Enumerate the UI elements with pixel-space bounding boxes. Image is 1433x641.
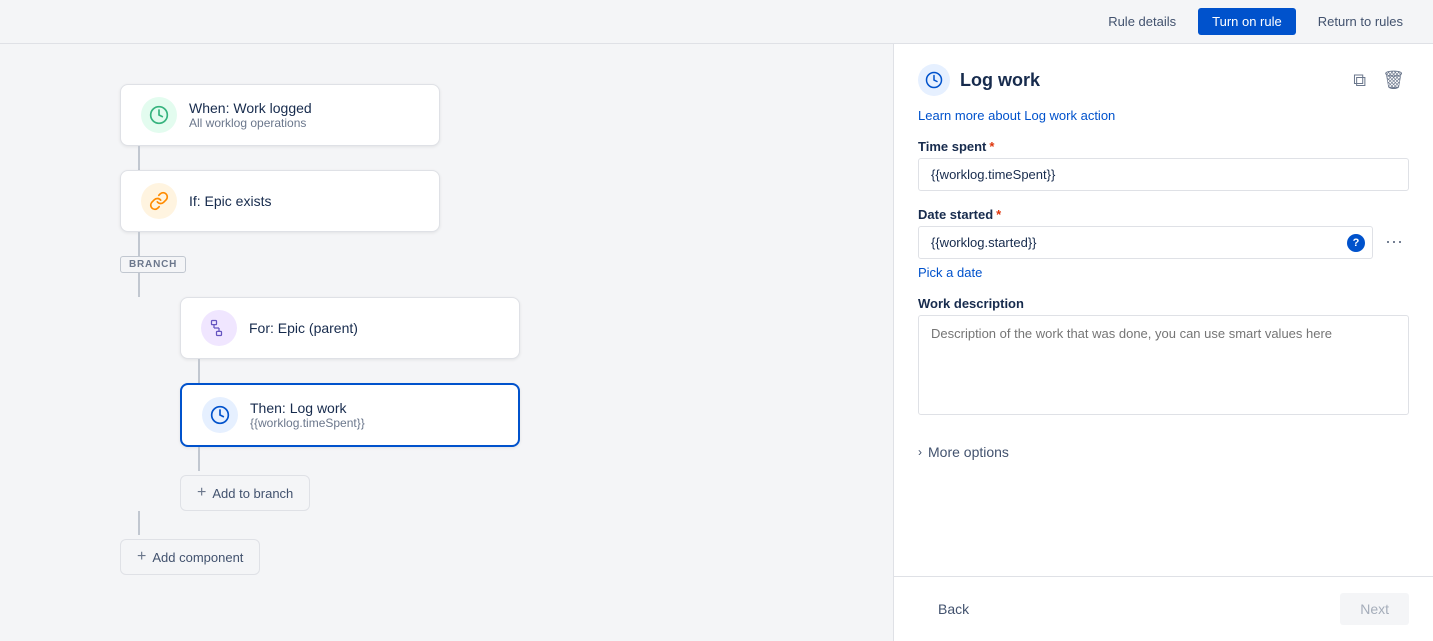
condition-node[interactable]: If: Epic exists [120, 170, 440, 232]
trigger-node[interactable]: When: Work logged All worklog operations [120, 84, 440, 146]
add-plus-icon: + [137, 548, 146, 566]
then-subtitle: {{worklog.timeSpent}} [250, 416, 365, 430]
add-component-button[interactable]: + Add component [120, 539, 260, 575]
panel-footer: Back Next [894, 576, 1433, 641]
clock-blue-icon [210, 405, 230, 425]
learn-more-link[interactable]: Learn more about Log work action [894, 108, 1433, 139]
condition-text: If: Epic exists [189, 193, 271, 209]
hierarchy-icon [209, 318, 229, 338]
flow-container: When: Work logged All worklog operations… [120, 84, 520, 575]
connector-2 [138, 232, 140, 256]
time-spent-input[interactable] [918, 158, 1409, 191]
for-text: For: Epic (parent) [249, 320, 358, 336]
then-title: Then: Log work [250, 400, 365, 416]
panel-clock-icon [925, 71, 943, 89]
for-node[interactable]: For: Epic (parent) [180, 297, 520, 359]
date-started-label: Date started * [918, 207, 1409, 222]
copy-button[interactable]: ⧉ [1349, 66, 1370, 95]
connector-5 [198, 447, 200, 471]
date-more-button[interactable]: ⋯ [1379, 228, 1409, 257]
work-description-field-group: Work description [918, 296, 1409, 420]
date-started-input[interactable] [918, 226, 1373, 259]
for-title: For: Epic (parent) [249, 320, 358, 336]
then-icon [202, 397, 238, 433]
chevron-right-icon: › [918, 445, 922, 459]
next-button: Next [1340, 593, 1409, 625]
date-started-required: * [996, 207, 1001, 222]
date-started-input-row: ? ⋯ [918, 226, 1409, 259]
canvas: When: Work logged All worklog operations… [0, 44, 893, 641]
more-options-label: More options [928, 444, 1009, 460]
connector-4 [198, 359, 200, 383]
connector-6 [138, 511, 140, 535]
condition-icon [141, 183, 177, 219]
panel-icon [918, 64, 950, 96]
copy-icon: ⧉ [1353, 70, 1366, 90]
time-spent-required: * [989, 139, 994, 154]
time-spent-field-group: Time spent * [918, 139, 1409, 191]
branch-label: BRANCH [120, 256, 186, 273]
right-panel: Log work ⧉ 🗑 Learn more about Log work a… [893, 44, 1433, 641]
work-description-label: Work description [918, 296, 1409, 311]
work-description-textarea[interactable] [918, 315, 1409, 415]
panel-actions: ⧉ 🗑 [1349, 66, 1409, 95]
date-started-field-group: Date started * ? ⋯ Pick a date [918, 207, 1409, 280]
clock-icon [149, 105, 169, 125]
delete-icon: 🗑 [1382, 70, 1405, 90]
for-icon [201, 310, 237, 346]
panel-title: Log work [960, 70, 1040, 91]
time-spent-label: Time spent * [918, 139, 1409, 154]
back-button[interactable]: Back [918, 593, 989, 625]
panel-body: Time spent * Date started * ? ⋯ [894, 139, 1433, 576]
trigger-icon [141, 97, 177, 133]
connector-1 [138, 146, 140, 170]
add-to-branch-button[interactable]: + Add to branch [180, 475, 310, 511]
delete-button[interactable]: 🗑 [1378, 66, 1409, 95]
add-component-label: Add component [152, 550, 243, 565]
condition-title: If: Epic exists [189, 193, 271, 209]
then-node[interactable]: Then: Log work {{worklog.timeSpent}} [180, 383, 520, 447]
trigger-text: When: Work logged All worklog operations [189, 100, 312, 130]
plus-icon: + [197, 484, 206, 502]
then-text: Then: Log work {{worklog.timeSpent}} [250, 400, 365, 430]
help-icon[interactable]: ? [1347, 234, 1365, 252]
turn-on-rule-button[interactable]: Turn on rule [1198, 8, 1296, 35]
pick-date-link[interactable]: Pick a date [918, 265, 1409, 280]
panel-header: Log work ⧉ 🗑 [894, 44, 1433, 108]
date-started-wrapper: ? [918, 226, 1373, 259]
top-bar: Rule details Turn on rule Return to rule… [0, 0, 1433, 44]
add-to-branch-label: Add to branch [212, 486, 293, 501]
return-to-rules-button[interactable]: Return to rules [1304, 8, 1417, 35]
rule-details-button[interactable]: Rule details [1094, 8, 1190, 35]
panel-title-row: Log work [918, 64, 1040, 96]
link-icon [149, 191, 169, 211]
connector-3 [138, 273, 140, 297]
trigger-subtitle: All worklog operations [189, 116, 312, 130]
trigger-title: When: Work logged [189, 100, 312, 116]
more-options-row[interactable]: › More options [918, 436, 1409, 468]
main-content: When: Work logged All worklog operations… [0, 44, 1433, 641]
more-dots-icon: ⋯ [1385, 232, 1403, 252]
